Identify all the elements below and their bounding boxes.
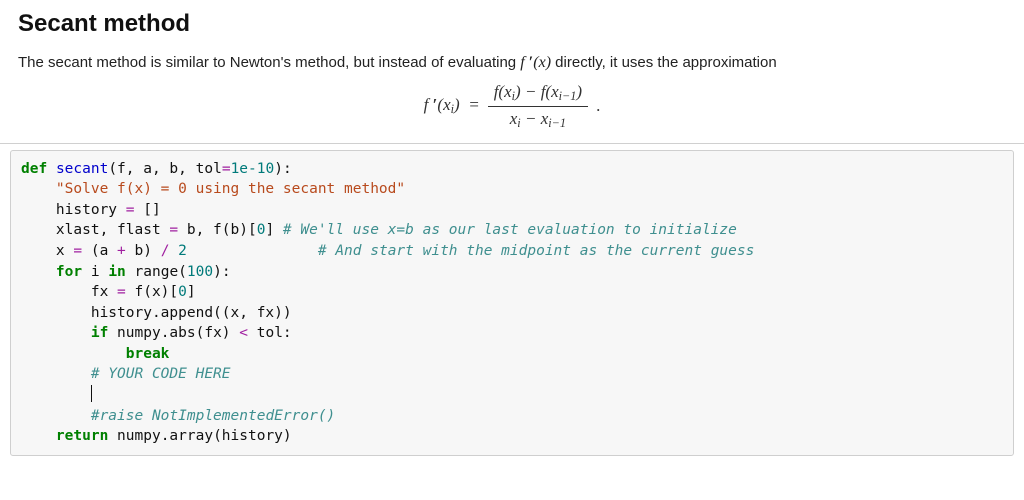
keyword-for: for (56, 264, 82, 280)
op-equals: = (126, 202, 135, 218)
sig-close: ): (274, 161, 291, 177)
op-lt: < (239, 325, 248, 341)
equation-numerator: f(xi) − f(xi−1) (488, 82, 588, 107)
comment-midpoint: # And start with the midpoint as the cur… (318, 243, 755, 259)
keyword-def: def (21, 161, 47, 177)
op-equals: = (117, 284, 126, 300)
if-tol: tol: (248, 325, 292, 341)
inline-math: f ′(x) (520, 54, 551, 71)
range-close: ): (213, 264, 230, 280)
notebook-text-cell: Secant method The secant method is simil… (0, 0, 1024, 131)
keyword-in: in (108, 264, 125, 280)
code-cell-wrapper: def secant(f, a, b, tol=1e-10): "Solve f… (0, 143, 1024, 456)
keyword-return: return (56, 428, 108, 444)
sig-params: (f, a, b, tol (108, 161, 222, 177)
literal-hundred: 100 (187, 264, 213, 280)
op-equals: = (222, 161, 231, 177)
stmt-x-rhs2: b) (126, 243, 161, 259)
description-text-2: directly, it uses the approximation (551, 54, 777, 71)
equation-trail: . (596, 96, 600, 116)
op-equals: = (73, 243, 82, 259)
return-expr: numpy.array(history) (108, 428, 291, 444)
cursor-indent (21, 387, 91, 403)
stmt-xlast-close: ] (265, 222, 282, 238)
op-equals: = (169, 222, 178, 238)
stmt-append: history.append((x, fx)) (21, 305, 292, 321)
stmt-xlast: xlast, flast (21, 222, 169, 238)
padding (187, 243, 318, 259)
equation-fraction: f(xi) − f(xi−1) xi − xi−1 (488, 82, 588, 131)
code-cell[interactable]: def secant(f, a, b, tol=1e-10): "Solve f… (10, 150, 1014, 456)
if-cond: numpy.abs(fx) (108, 325, 239, 341)
section-heading: Secant method (18, 10, 1006, 38)
stmt-fx: fx (21, 284, 117, 300)
description-text: The secant method is similar to Newton's… (18, 54, 520, 71)
literal-zero: 0 (178, 284, 187, 300)
docstring: "Solve f(x) = 0 using the secant method" (56, 181, 405, 197)
equation-denominator: xi − xi−1 (504, 107, 572, 131)
display-equation: f ′(xi) = f(xi) − f(xi−1) xi − xi−1 . (18, 82, 1006, 131)
stmt-x-rhs: (a (82, 243, 117, 259)
keyword-break: break (126, 346, 170, 362)
function-name: secant (56, 161, 108, 177)
stmt-fx-close: ] (187, 284, 196, 300)
comment-your-code: # YOUR CODE HERE (91, 366, 231, 382)
section-description: The secant method is similar to Newton's… (18, 50, 1006, 76)
comment-init: # We'll use x=b as our last evaluation t… (283, 222, 737, 238)
equation-lhs: f ′(xi) = (424, 95, 480, 117)
for-var: i (82, 264, 108, 280)
literal-tol: 1e-10 (231, 161, 275, 177)
comment-raise: #raise NotImplementedError() (91, 408, 335, 424)
literal-two: 2 (169, 243, 186, 259)
stmt-xlast-rhs: b, f(b)[ (178, 222, 257, 238)
text-cursor (91, 385, 92, 402)
call-range: range( (126, 264, 187, 280)
stmt-x: x (21, 243, 73, 259)
stmt-history: history (21, 202, 126, 218)
stmt-fx-rhs: f(x)[ (126, 284, 178, 300)
keyword-if: if (91, 325, 108, 341)
stmt-history-rhs: [] (135, 202, 161, 218)
op-plus: + (117, 243, 126, 259)
